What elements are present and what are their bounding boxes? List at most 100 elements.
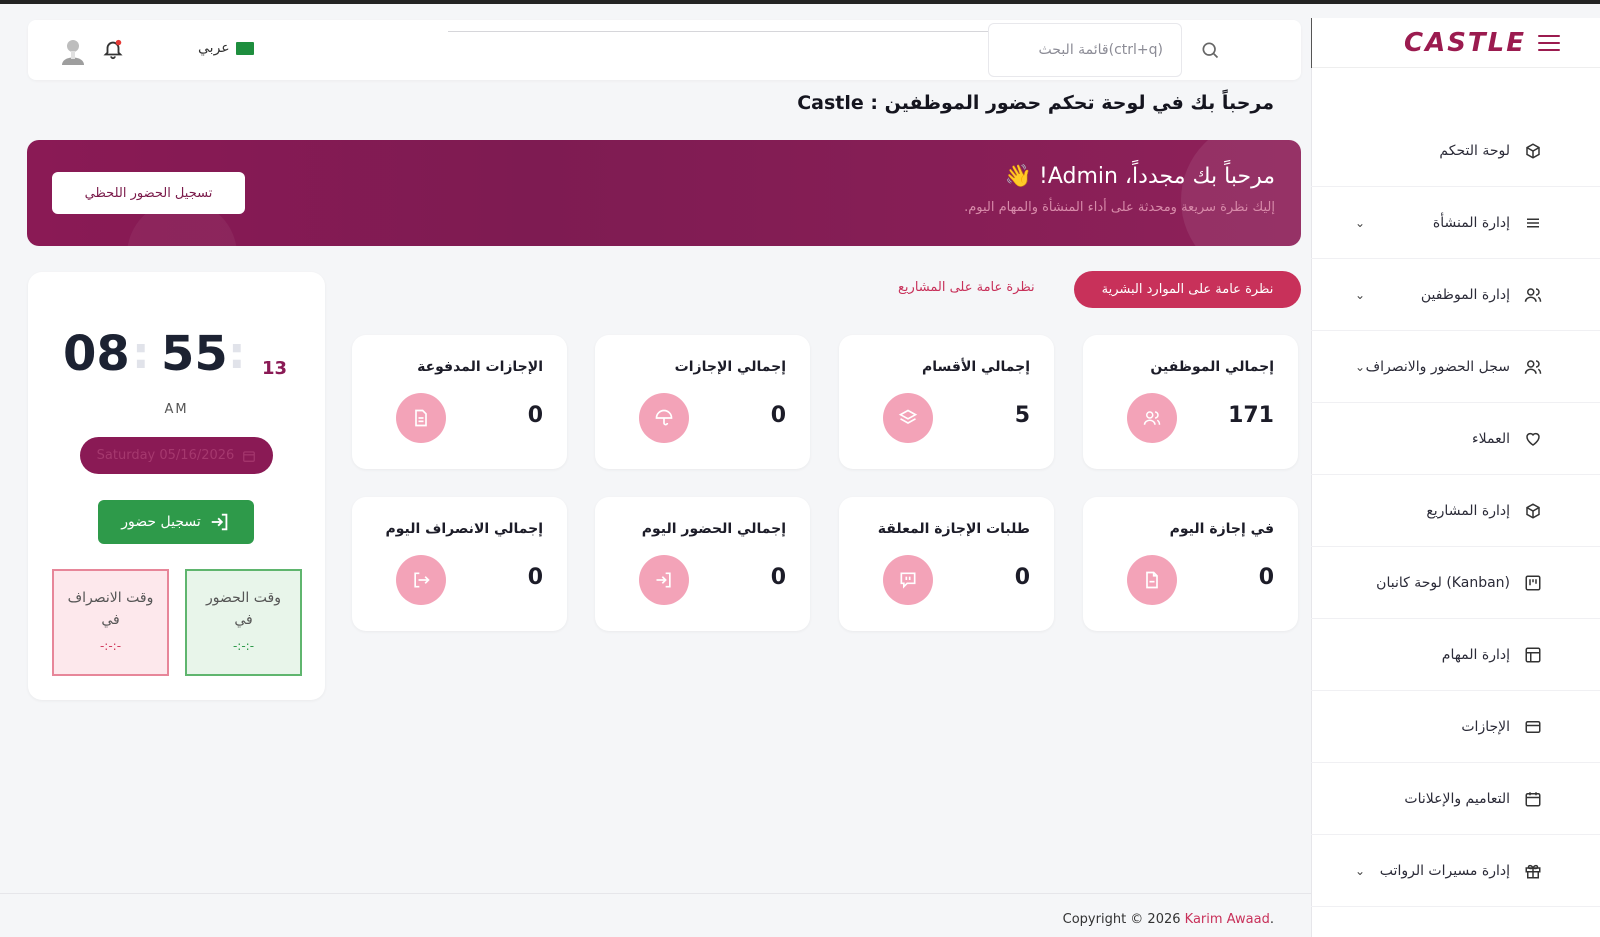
- banner-decoration: [1181, 140, 1301, 246]
- stat-title: طلبات الإجازة المعلقة: [877, 521, 1030, 537]
- sidebar-item-label: إدارة المشاريع: [1426, 502, 1510, 519]
- sidebar-item-label: سجل الحضور والانصراف: [1365, 358, 1510, 375]
- stat-value: 171: [1228, 403, 1274, 428]
- sidebar-item-label: الإجازات: [1461, 718, 1510, 735]
- stat-card: الإجازات المدفوعة 0: [352, 335, 567, 469]
- welcome-banner: مرحباً بك مجدداً، Admin! 👋 إليك نظرة سري…: [27, 140, 1301, 246]
- check-in-button[interactable]: تسجيل حضور: [98, 500, 254, 544]
- sidebar-item-label: العملاء: [1472, 430, 1510, 447]
- check-in-time-label: وقت الحضور في: [206, 590, 281, 628]
- login-icon: [639, 555, 689, 605]
- stat-value: 0: [770, 565, 786, 590]
- sidebar-item-label: إدارة المهام: [1441, 646, 1510, 663]
- stat-value: 0: [1258, 565, 1274, 590]
- message-icon: [883, 555, 933, 605]
- card-icon: [1524, 718, 1542, 736]
- tab-hr-overview[interactable]: نظرة عامة على الموارد البشرية: [1074, 271, 1301, 308]
- sidebar-item-label: إدارة الموظفين: [1420, 286, 1510, 303]
- sidebar: CASTLE لوحة التحكم إدارة المنشأة ⌄ إدارة ال…: [1311, 18, 1600, 937]
- saudi-flag-icon: [235, 41, 254, 55]
- clock-minutes: 55: [161, 326, 228, 382]
- stat-card: إجمالي الإجازات 0: [595, 335, 810, 469]
- sidebar-item-label: التعاميم والإعلانات: [1404, 790, 1510, 807]
- footer-divider: [0, 893, 1311, 894]
- page-title: مرحباً بك في لوحة تحكم حضور الموظفين : C…: [797, 92, 1274, 114]
- stat-value: 0: [770, 403, 786, 428]
- login-icon: [211, 513, 228, 531]
- footer: Copyright © 2026 Karim Awaad.: [1063, 912, 1274, 927]
- clock-ampm: AM: [164, 402, 189, 417]
- stat-card: إجمالي الموظفين 171: [1083, 335, 1298, 469]
- sidebar-item[interactable]: العملاء: [1311, 403, 1600, 475]
- sidebar-item-label: إدارة مسيرات الرواتب: [1379, 862, 1510, 879]
- stat-title: في إجازة اليوم: [1169, 521, 1274, 537]
- author-link[interactable]: Karim Awaad: [1185, 912, 1270, 927]
- table-icon: [1524, 646, 1542, 664]
- layers-icon: [883, 393, 933, 443]
- check-in-time-value: -:-:-: [232, 639, 255, 653]
- banner-subtitle: إليك نظرة سريعة ومحدثة على أداء المنشأة …: [964, 200, 1275, 215]
- heart-icon: [1524, 430, 1542, 448]
- check-out-time-box: وقت الانصراف في -:-:-: [52, 569, 169, 676]
- check-in-time-box: وقت الحضور في -:-:-: [185, 569, 302, 676]
- copyright-text: Copyright © 2026: [1062, 912, 1185, 927]
- tab-projects-overview[interactable]: نظرة عامة على المشاريع: [898, 280, 1035, 295]
- search-divider: [448, 31, 988, 32]
- box-icon: [1524, 502, 1542, 520]
- sidebar-item[interactable]: لوحة التحكم: [1311, 115, 1600, 187]
- clock-hours: 08: [63, 326, 130, 382]
- stat-title: إجمالي الأقسام: [922, 359, 1030, 375]
- sidebar-item[interactable]: الإجازات: [1311, 691, 1600, 763]
- check-out-time-label: وقت الانصراف في: [67, 590, 154, 628]
- sidebar-item[interactable]: إدارة المنشأة ⌄: [1311, 187, 1600, 259]
- date-text: Saturday 05/16/2026: [96, 448, 235, 463]
- check-out-time-value: -:-:-: [99, 639, 122, 653]
- umbrella-icon: [639, 393, 689, 443]
- users-icon: [1524, 358, 1542, 376]
- search-icon[interactable]: [1200, 40, 1220, 60]
- calendar-icon: [243, 450, 256, 462]
- sidebar-item[interactable]: سجل الحضور والانصراف ⌄: [1311, 331, 1600, 403]
- stat-value: 0: [1014, 565, 1030, 590]
- stat-card: إجمالي الانصراف اليوم 0: [352, 497, 567, 631]
- file-icon: [1127, 555, 1177, 605]
- sidebar-item[interactable]: إدارة المهام: [1311, 619, 1600, 691]
- avatar[interactable]: [60, 37, 86, 65]
- list-icon: [1524, 214, 1542, 232]
- language-label: عربي: [198, 40, 230, 56]
- attendance-clock-card: 08 : 55 : 13 AM Saturday 05/16/2026 تسجي…: [28, 272, 325, 700]
- clock-separator: :: [132, 328, 150, 379]
- sidebar-item-label: إدارة المنشأة: [1432, 214, 1510, 231]
- sidebar-item[interactable]: إدارة الموظفين ⌄: [1311, 259, 1600, 331]
- top-border: [0, 0, 1600, 4]
- search-input[interactable]: قائمة البحث(ctrl+q): [988, 23, 1182, 77]
- sidebar-item[interactable]: التعاميم والإعلانات: [1311, 763, 1600, 835]
- instant-attendance-button[interactable]: تسجيل الحضور اللحظي: [52, 172, 245, 214]
- top-bar: قائمة البحث(ctrl+q) عربي: [28, 20, 1301, 80]
- stat-title: الإجازات المدفوعة: [417, 359, 543, 375]
- calendar-icon: [1524, 790, 1542, 808]
- stat-card: إجمالي الأقسام 5: [839, 335, 1054, 469]
- stat-title: إجمالي الإجازات: [674, 359, 786, 375]
- logout-icon: [396, 555, 446, 605]
- chevron-down-icon[interactable]: ⌄: [1355, 288, 1365, 302]
- gift-icon: [1524, 862, 1542, 880]
- stat-card: في إجازة اليوم 0: [1083, 497, 1298, 631]
- language-switcher[interactable]: عربي: [198, 40, 254, 56]
- sidebar-divider: [1311, 18, 1312, 68]
- users-icon: [1127, 393, 1177, 443]
- logo: CASTLE: [1404, 27, 1526, 58]
- menu-toggle-icon[interactable]: [1538, 34, 1560, 51]
- sidebar-item[interactable]: إدارة مسيرات الرواتب ⌄: [1311, 835, 1600, 907]
- sidebar-item[interactable]: لوحة كانبان (Kanban): [1311, 547, 1600, 619]
- kanban-icon: [1524, 574, 1542, 592]
- clock-separator: :: [228, 328, 246, 379]
- chevron-down-icon[interactable]: ⌄: [1355, 360, 1365, 374]
- chevron-down-icon[interactable]: ⌄: [1355, 864, 1365, 878]
- chevron-down-icon[interactable]: ⌄: [1355, 216, 1365, 230]
- bell-icon[interactable]: [102, 38, 124, 60]
- sidebar-item-label: لوحة التحكم: [1439, 142, 1510, 159]
- sidebar-header: CASTLE: [1312, 18, 1600, 68]
- sidebar-item[interactable]: إدارة المشاريع: [1311, 475, 1600, 547]
- stat-card: طلبات الإجازة المعلقة 0: [839, 497, 1054, 631]
